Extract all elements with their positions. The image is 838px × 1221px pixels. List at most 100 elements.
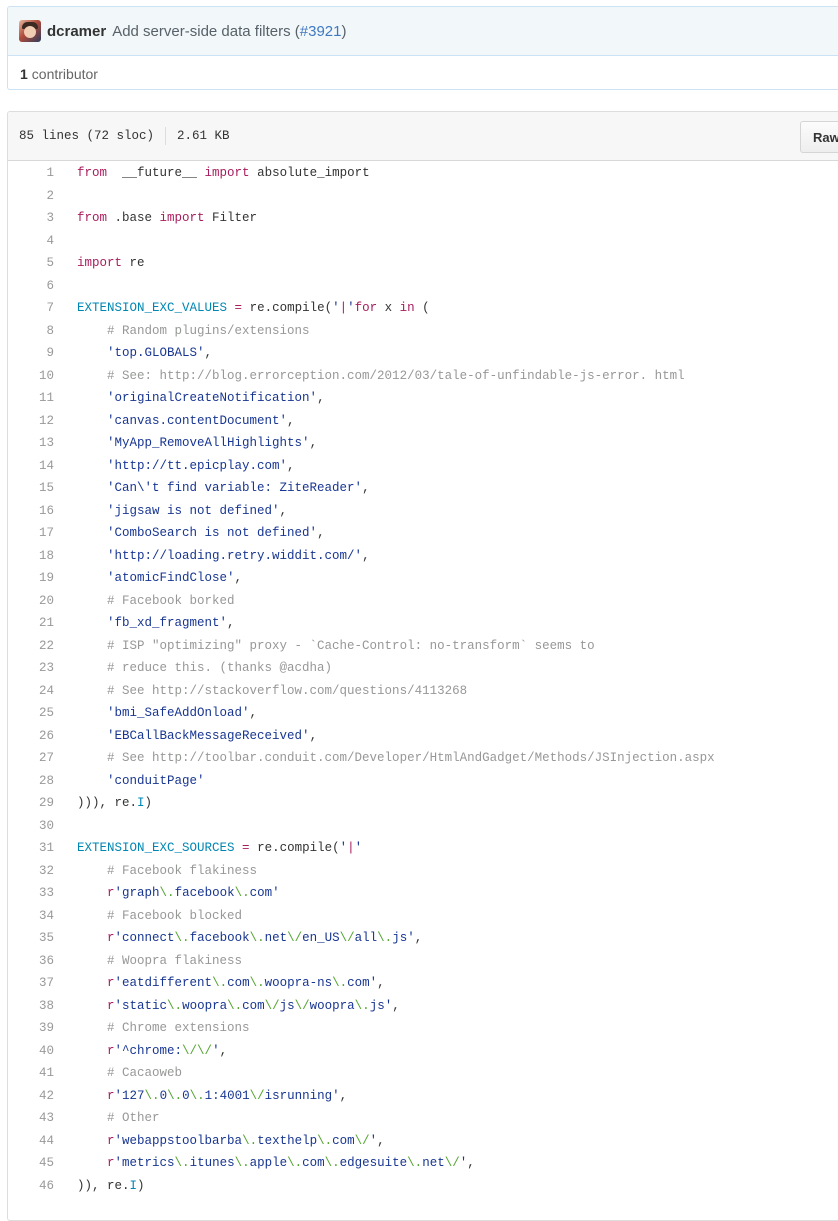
code-token: \/ xyxy=(294,998,310,1013)
line-number[interactable]: 9 xyxy=(8,342,77,365)
line-number[interactable]: 18 xyxy=(8,545,77,568)
line-number[interactable]: 8 xyxy=(8,320,77,343)
code-token: r xyxy=(107,1043,115,1058)
commit-message-text[interactable]: Add server-side data filters ( xyxy=(112,23,300,40)
line-number[interactable]: 13 xyxy=(8,432,77,455)
code-token: 'fb_xd_fragment' xyxy=(107,616,228,630)
line-number[interactable]: 37 xyxy=(8,972,77,995)
code-token: 'jigsaw is not defined' xyxy=(107,503,280,518)
code-token: \. xyxy=(234,1156,250,1170)
line-number[interactable]: 42 xyxy=(8,1085,77,1108)
line-number[interactable]: 7 xyxy=(8,297,77,320)
raw-button[interactable]: Raw xyxy=(800,121,838,153)
code-token: \/ xyxy=(339,931,355,945)
pull-request-link[interactable]: #3921 xyxy=(300,23,342,40)
line-number[interactable]: 14 xyxy=(8,455,77,478)
code-token: \. xyxy=(324,1156,340,1170)
line-number[interactable]: 38 xyxy=(8,995,77,1018)
line-number[interactable]: 28 xyxy=(8,770,77,793)
line-number[interactable]: 33 xyxy=(8,882,77,905)
line-number[interactable]: 41 xyxy=(8,1062,77,1085)
line-number[interactable]: 39 xyxy=(8,1017,77,1040)
code-content: r'metrics\.itunes\.apple\.com\.edgesuite… xyxy=(77,1152,475,1175)
line-number[interactable]: 10 xyxy=(8,365,77,388)
line-number[interactable]: 40 xyxy=(8,1040,77,1063)
line-number[interactable]: 24 xyxy=(8,680,77,703)
line-number[interactable]: 23 xyxy=(8,657,77,680)
contributors-summary[interactable]: 1 contributor xyxy=(8,56,838,89)
line-number[interactable]: 3 xyxy=(8,207,77,230)
line-number[interactable]: 22 xyxy=(8,635,77,658)
line-number[interactable]: 30 xyxy=(8,815,77,838)
line-number[interactable]: 2 xyxy=(8,185,77,208)
commit-message[interactable]: Add server-side data filters (#3921) xyxy=(112,23,346,40)
line-number[interactable]: 45 xyxy=(8,1152,77,1175)
line-number[interactable]: 36 xyxy=(8,950,77,973)
line-number[interactable]: 1 xyxy=(8,162,77,185)
code-token: 'connect xyxy=(114,931,175,945)
code-token: | xyxy=(347,841,355,855)
line-number[interactable]: 19 xyxy=(8,567,77,590)
code-line: 29))), re.I) xyxy=(8,792,838,815)
line-number[interactable]: 26 xyxy=(8,725,77,748)
line-number[interactable]: 12 xyxy=(8,410,77,433)
line-number[interactable]: 29 xyxy=(8,792,77,815)
code-content: # See: http://blog.errorception.com/2012… xyxy=(77,365,685,388)
line-number[interactable]: 6 xyxy=(8,275,77,298)
line-number[interactable]: 16 xyxy=(8,500,77,523)
code-token: r xyxy=(107,886,115,900)
code-content: # Facebook flakiness xyxy=(77,860,257,883)
line-number[interactable]: 11 xyxy=(8,387,77,410)
code-token: , re. xyxy=(92,1178,130,1193)
code-token: 'EBCallBackMessageReceived' xyxy=(107,728,310,743)
code-token: com xyxy=(302,1156,325,1170)
code-token: , xyxy=(392,998,400,1013)
code-token: 'MyApp_RemoveAllHighlights' xyxy=(107,436,310,450)
code-token: ) xyxy=(144,796,153,810)
commit-author-link[interactable]: dcramer xyxy=(47,23,106,40)
line-number[interactable]: 20 xyxy=(8,590,77,613)
code-content: # Random plugins/extensions xyxy=(77,320,310,343)
code-token: EXTENSION_EXC_SOURCES xyxy=(77,841,235,855)
line-number[interactable]: 25 xyxy=(8,702,77,725)
code-content: from .base import Filter xyxy=(77,207,257,230)
line-number[interactable]: 4 xyxy=(8,230,77,253)
code-line: 33 r'graph\.facebook\.com' xyxy=(8,882,838,905)
line-number[interactable]: 44 xyxy=(8,1130,77,1153)
code-line: 5 import re xyxy=(8,252,838,275)
code-line: 28 'conduitPage' xyxy=(8,770,838,793)
line-number[interactable]: 15 xyxy=(8,477,77,500)
code-token: # ISP "optimizing" proxy - `Cache-Contro… xyxy=(107,638,595,653)
line-number[interactable]: 21 xyxy=(8,612,77,635)
code-view: 1 from __future__ import absolute_import 2… xyxy=(8,161,838,1197)
line-number[interactable]: 27 xyxy=(8,747,77,770)
line-number[interactable]: 34 xyxy=(8,905,77,928)
code-token: re.compile( xyxy=(249,841,340,855)
line-number[interactable]: 46 xyxy=(8,1175,77,1198)
code-token: 'top.GLOBALS' xyxy=(107,346,205,360)
code-token: \. xyxy=(167,1088,183,1103)
line-number[interactable]: 43 xyxy=(8,1107,77,1130)
code-token: , xyxy=(227,616,235,630)
code-content: # reduce this. (thanks @acdha) xyxy=(77,657,332,680)
code-content: 'bmi_SafeAddOnload', xyxy=(77,702,257,725)
code-token: | xyxy=(339,301,348,315)
code-line: 44 r'webappstoolbarba\.texthelp\.com\/', xyxy=(8,1130,838,1153)
author-avatar[interactable] xyxy=(19,20,41,42)
line-number[interactable]: 31 xyxy=(8,837,77,860)
line-number[interactable]: 35 xyxy=(8,927,77,950)
line-number[interactable]: 17 xyxy=(8,522,77,545)
line-number[interactable]: 32 xyxy=(8,860,77,883)
code-line: 42 r'127\.0\.0\.1:4001\/isrunning', xyxy=(8,1085,838,1108)
code-token: 'metrics xyxy=(114,1156,175,1170)
code-token: r xyxy=(107,1088,115,1103)
line-number[interactable]: 5 xyxy=(8,252,77,275)
code-token: facebook xyxy=(189,931,250,945)
code-token: \. xyxy=(227,998,243,1013)
